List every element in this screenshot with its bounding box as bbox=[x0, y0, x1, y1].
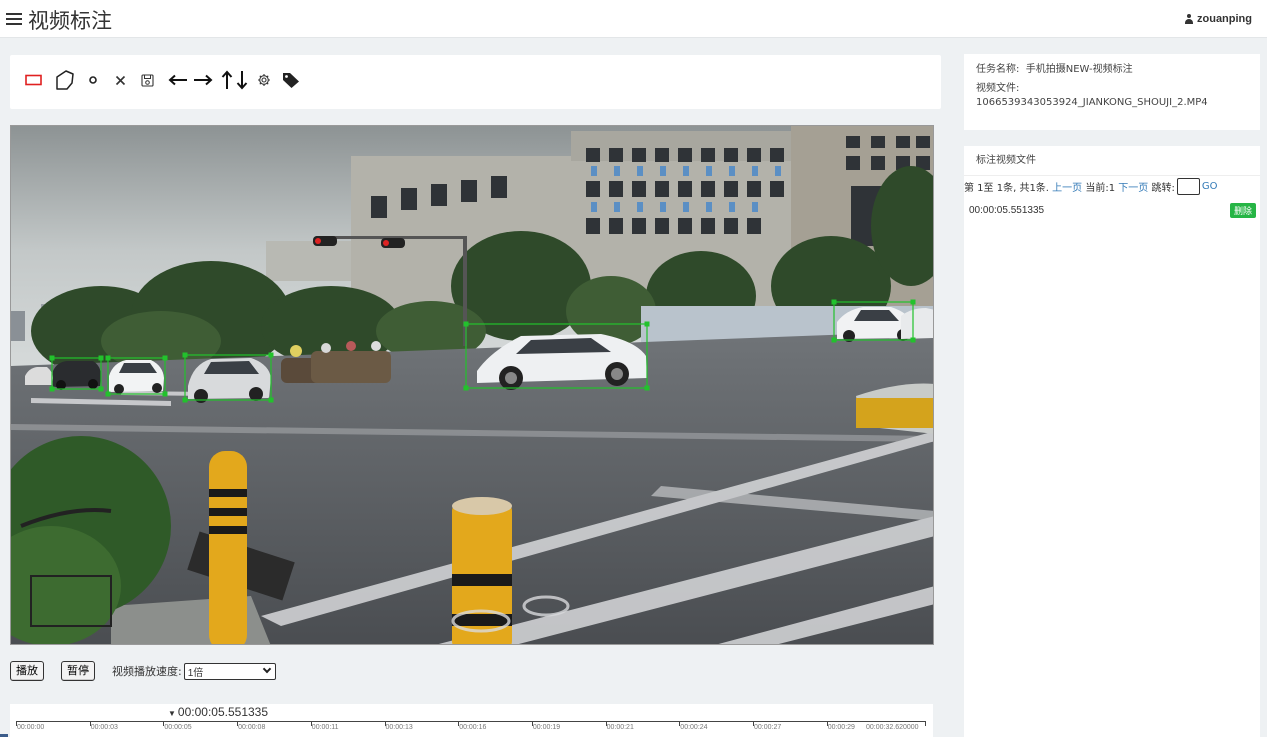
speed-label: 视频播放速度: bbox=[112, 665, 182, 678]
pause-button[interactable]: 暂停 bbox=[61, 661, 95, 681]
task-label: 任务名称: bbox=[976, 64, 1020, 75]
next-page-link[interactable]: 下一页 bbox=[1118, 179, 1148, 194]
arrow-up-icon bbox=[221, 70, 233, 89]
speed-select[interactable]: 1倍 bbox=[183, 662, 276, 680]
settings-button[interactable] bbox=[256, 69, 272, 91]
play-button[interactable]: 播放 bbox=[10, 661, 44, 681]
timeline-tick-label: 00:00:03 bbox=[90, 724, 118, 731]
point-icon bbox=[89, 76, 97, 84]
file-item-time: 00:00:05.551335 bbox=[969, 204, 1045, 216]
move-up-button[interactable] bbox=[221, 69, 233, 91]
arrow-right-icon bbox=[194, 74, 213, 86]
rectangle-tool-button[interactable] bbox=[24, 69, 42, 91]
current-page: 当前:1 bbox=[1085, 183, 1116, 194]
move-right-button[interactable] bbox=[192, 69, 214, 91]
save-icon bbox=[140, 73, 154, 87]
move-left-button[interactable] bbox=[167, 69, 189, 91]
delete-tool-button[interactable] bbox=[113, 69, 127, 91]
cursor-time: 00:00:05.551335 bbox=[177, 705, 269, 719]
video-file-label: 视频文件: bbox=[976, 83, 1020, 94]
jump-label: 跳转: bbox=[1151, 183, 1175, 194]
delete-button[interactable]: 删除 bbox=[1229, 202, 1256, 218]
prev-page-link[interactable]: 上一页 bbox=[1052, 179, 1082, 194]
task-name: 手机拍摄NEW-视频标注 bbox=[1025, 64, 1133, 75]
timeline-tick-label: 00:00:11 bbox=[311, 724, 339, 731]
gear-icon bbox=[258, 74, 270, 86]
point-tool-button[interactable] bbox=[87, 69, 99, 91]
go-button[interactable]: GO bbox=[1202, 181, 1218, 192]
task-info-panel: 任务名称: 手机拍摄NEW-视频标注 视频文件: 106653934305392… bbox=[964, 54, 1260, 130]
timeline-end-tick bbox=[925, 721, 926, 726]
timeline-axis bbox=[16, 721, 926, 722]
timeline-tick-label: 00:00:24 bbox=[680, 724, 708, 731]
timeline-tick-label: 00:00:19 bbox=[532, 724, 561, 731]
timeline-tick-label: 00:00:00 bbox=[17, 724, 45, 731]
timeline-tick-label: 00:00:08 bbox=[238, 724, 266, 731]
video-file-name: 1066539343053924_JIANKONG_SHOUJI_2.MP4 bbox=[976, 97, 1208, 108]
save-tool-button[interactable] bbox=[140, 69, 154, 91]
polygon-icon bbox=[55, 70, 74, 90]
pagination: 第 1至 1条, 共1条. 上一页 当前:1 下一页 跳转: GO bbox=[964, 178, 1217, 195]
user-icon bbox=[1185, 14, 1193, 24]
move-down-button[interactable] bbox=[236, 69, 248, 91]
rectangle-icon bbox=[24, 74, 42, 86]
chevron-down-icon bbox=[262, 664, 271, 674]
timeline-tick-label: 00:00:21 bbox=[606, 724, 634, 731]
username: zouanping bbox=[1197, 13, 1252, 25]
timeline-cursor[interactable]: ▼ 00:00:05.551335 bbox=[168, 705, 268, 719]
tag-button[interactable] bbox=[281, 69, 301, 91]
cursor-marker-icon: ▼ bbox=[168, 709, 176, 718]
speed-value: 1倍 bbox=[187, 667, 204, 679]
files-panel-title: 标注视频文件 bbox=[964, 146, 1260, 176]
close-icon bbox=[115, 75, 125, 85]
video-frame bbox=[11, 126, 933, 644]
tag-icon bbox=[283, 72, 299, 88]
video-canvas[interactable] bbox=[10, 125, 934, 645]
pager-summary: 第 1至 1条, 共1条. bbox=[964, 183, 1049, 194]
list-item[interactable]: 00:00:05.551335 删除 bbox=[969, 202, 1256, 218]
timeline-tick-label: 00:00:27 bbox=[754, 724, 782, 731]
timeline[interactable]: ▼ 00:00:05.551335 00:00:00 00:00:03 00:00:0… bbox=[10, 704, 933, 737]
hamburger-menu-icon[interactable] bbox=[6, 13, 22, 25]
polygon-tool-button[interactable] bbox=[53, 69, 75, 91]
annotation-toolbar bbox=[10, 55, 941, 109]
page-title: 视频标注 bbox=[28, 9, 112, 33]
timeline-end-label: 00:00:32.620000 bbox=[866, 724, 919, 731]
playback-controls: 播放 暂停 视频播放速度: 1倍 bbox=[10, 660, 276, 682]
timeline-tick-label: 00:00:05 bbox=[164, 724, 192, 731]
jump-page-input[interactable] bbox=[1176, 178, 1200, 195]
task-name-row: 任务名称: 手机拍摄NEW-视频标注 bbox=[976, 63, 1248, 77]
arrow-left-icon bbox=[168, 74, 187, 86]
timeline-tick-label: 00:00:16 bbox=[459, 724, 487, 731]
user-menu[interactable]: zouanping bbox=[1185, 13, 1252, 25]
arrow-down-icon bbox=[236, 71, 248, 90]
top-bar: 视频标注 zouanping bbox=[0, 0, 1267, 38]
timeline-tick-label: 00:00:29 bbox=[827, 724, 855, 731]
annotated-files-panel: 标注视频文件 第 1至 1条, 共1条. 上一页 当前:1 下一页 跳转: GO… bbox=[964, 146, 1260, 737]
timeline-tick-label: 00:00:13 bbox=[385, 724, 413, 731]
